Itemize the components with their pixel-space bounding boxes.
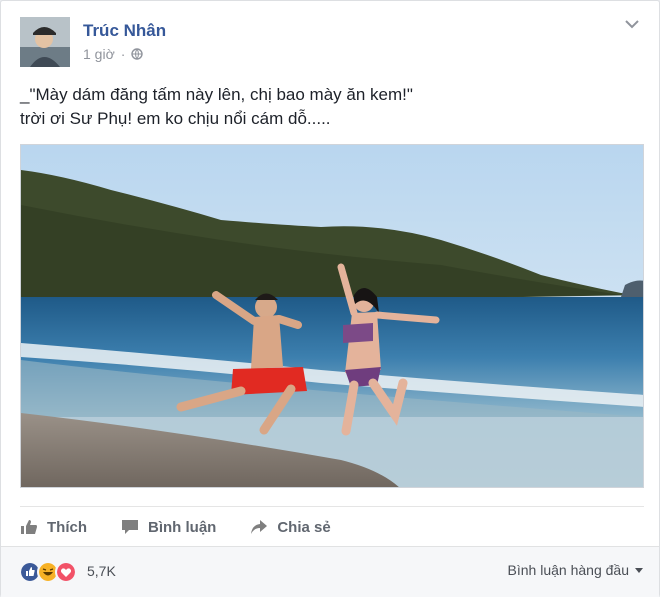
post-actions: Thích Bình luận Chia sẻ (20, 506, 644, 543)
chevron-down-icon[interactable] (625, 19, 639, 29)
comment-sort-dropdown[interactable]: Bình luận hàng đầu (508, 562, 643, 578)
reaction-icons[interactable] (19, 561, 77, 583)
like-label: Thích (47, 518, 87, 536)
share-button[interactable]: Chia sẻ (250, 518, 331, 536)
post-photo[interactable] (20, 144, 644, 488)
share-label: Chia sẻ (277, 518, 331, 536)
meta-separator: · (120, 46, 126, 62)
post-timestamp[interactable]: 1 giờ (83, 46, 115, 62)
comment-icon (122, 520, 138, 534)
thumbs-up-icon (21, 520, 37, 534)
globe-icon[interactable] (131, 48, 144, 60)
reaction-count[interactable]: 5,7K (87, 563, 116, 579)
caret-down-icon (635, 567, 643, 573)
like-button[interactable]: Thích (20, 519, 87, 536)
beach-photo (21, 145, 643, 487)
author-avatar[interactable] (20, 17, 70, 67)
avatar-photo (20, 17, 70, 67)
reactions-bar: 5,7K Bình luận hàng đầu (1, 546, 659, 597)
love-reaction-icon (55, 561, 77, 583)
sort-label: Bình luận hàng đầu (507, 562, 629, 578)
author-name[interactable]: Trúc Nhân (83, 21, 166, 41)
comment-button[interactable]: Bình luận (121, 519, 216, 536)
comment-label: Bình luận (148, 518, 217, 536)
share-arrow-icon (251, 520, 268, 534)
post-text: _"Mày dám đăng tấm này lên, chị bao mày … (20, 83, 413, 131)
post-meta: 1 giờ · (83, 46, 144, 62)
post-text-line-2: trời ơi Sư Phụ! em ko chịu nổi cám dỗ...… (20, 109, 331, 128)
post-card: Trúc Nhân 1 giờ · _"Mày dám đăng tấm này… (0, 0, 660, 597)
post-text-line-1: _"Mày dám đăng tấm này lên, chị bao mày … (20, 85, 413, 104)
